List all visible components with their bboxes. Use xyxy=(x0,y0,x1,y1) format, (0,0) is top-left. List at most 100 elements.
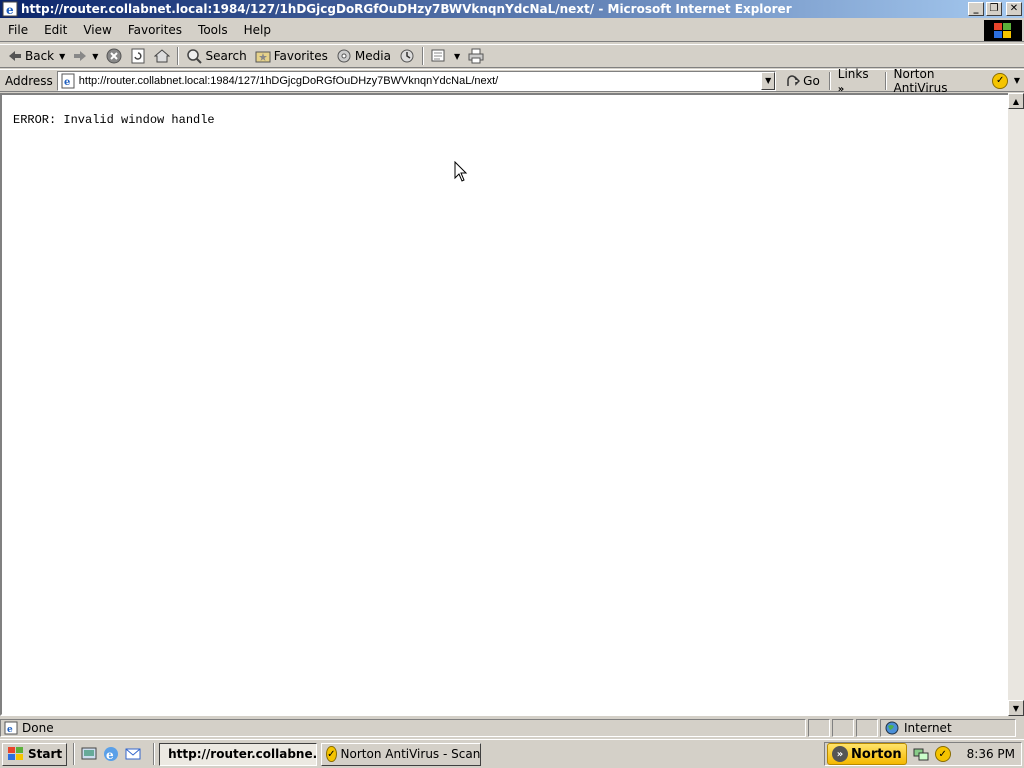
close-button[interactable]: ✕ xyxy=(1006,2,1022,16)
address-bar: Address e http://router.collabnet.local:… xyxy=(0,67,1024,95)
norton-antivirus-label: Norton AntiVirus xyxy=(893,66,948,95)
zone-label: Internet xyxy=(904,721,952,735)
status-pane xyxy=(808,719,830,737)
taskbar-item-internet-explorer[interactable]: e http://router.collabne... xyxy=(159,742,318,766)
stop-icon xyxy=(106,48,122,64)
standard-toolbar: Back ▼ ▼ Search Favorites Media ▼ xyxy=(0,44,1024,68)
norton-tray-label: Norton xyxy=(851,746,902,762)
window-title: http://router.collabnet.local:1984/127/1… xyxy=(21,2,792,16)
status-text: Done xyxy=(22,721,54,735)
home-icon xyxy=(154,49,171,63)
network-tray-icon[interactable] xyxy=(913,746,929,762)
search-button[interactable]: Search xyxy=(182,45,250,67)
toolbar-separator xyxy=(421,47,424,65)
norton-task-icon: ✓ xyxy=(326,746,337,762)
forward-dropdown-icon[interactable]: ▼ xyxy=(92,52,98,61)
refresh-icon xyxy=(131,48,145,64)
mouse-cursor-icon xyxy=(454,161,468,182)
svg-text:e: e xyxy=(7,725,13,735)
media-label: Media xyxy=(354,49,391,63)
status-pane xyxy=(856,719,878,737)
mail-dropdown-icon[interactable]: ▼ xyxy=(454,52,460,61)
links-button[interactable]: Links » xyxy=(834,67,882,95)
norton-antivirus-toolbar-button[interactable]: Norton AntiVirus ✓ ▼ xyxy=(890,67,1024,95)
security-zone[interactable]: Internet xyxy=(880,719,1016,737)
favorites-label: Favorites xyxy=(273,49,328,63)
task-label: http://router.collabne... xyxy=(168,747,318,761)
start-label: Start xyxy=(28,747,63,761)
back-label: Back xyxy=(25,49,55,63)
forward-arrow-icon xyxy=(74,51,87,61)
address-label: Address xyxy=(5,73,53,88)
go-label: Go xyxy=(803,73,820,88)
internet-explorer-icon: e xyxy=(2,1,18,17)
print-icon xyxy=(468,48,484,64)
svg-text:e: e xyxy=(64,77,70,88)
menu-favorites[interactable]: Favorites xyxy=(120,23,190,37)
print-button[interactable] xyxy=(464,45,488,67)
media-button[interactable]: Media xyxy=(332,45,395,67)
address-url[interactable]: http://router.collabnet.local:1984/127/1… xyxy=(79,75,761,87)
forward-button[interactable]: ▼ xyxy=(69,45,102,67)
error-message: ERROR: Invalid window handle xyxy=(13,113,215,127)
search-icon xyxy=(187,49,203,64)
media-icon xyxy=(337,49,351,63)
restore-button[interactable]: ❐ xyxy=(986,2,1002,16)
menu-bar: File Edit View Favorites Tools Help xyxy=(0,19,1024,42)
status-pane xyxy=(832,719,854,737)
show-desktop-icon[interactable] xyxy=(81,746,97,762)
norton-dropdown-icon[interactable]: ▼ xyxy=(1014,76,1020,85)
norton-chevron-icon: » xyxy=(832,746,849,762)
mail-button[interactable]: ▼ xyxy=(427,45,464,67)
links-label: Links xyxy=(837,66,869,81)
title-bar[interactable]: e http://router.collabnet.local:1984/127… xyxy=(0,0,1024,18)
menu-view[interactable]: View xyxy=(75,23,119,37)
vertical-scrollbar[interactable]: ▲ ▼ xyxy=(1008,93,1024,716)
norton-tray-button[interactable]: » Norton xyxy=(827,743,907,765)
minimize-button[interactable]: _ xyxy=(968,2,984,16)
quick-launch: e xyxy=(75,746,147,762)
address-dropdown-icon[interactable]: ▼ xyxy=(761,71,776,90)
stop-button[interactable] xyxy=(102,45,126,67)
status-main-pane: e Done xyxy=(0,719,806,737)
scroll-down-arrow-icon[interactable]: ▼ xyxy=(1008,700,1024,716)
search-label: Search xyxy=(205,49,247,63)
taskbar-item-norton-scan[interactable]: ✓ Norton AntiVirus - Scan xyxy=(321,742,482,766)
back-arrow-icon xyxy=(9,51,21,61)
norton-separator xyxy=(884,71,887,90)
favorites-icon xyxy=(255,51,271,63)
back-dropdown-icon[interactable]: ▼ xyxy=(59,52,65,61)
menu-tools[interactable]: Tools xyxy=(190,23,236,37)
windows-flag-icon xyxy=(8,747,23,760)
address-input[interactable]: e http://router.collabnet.local:1984/127… xyxy=(56,70,777,91)
links-separator xyxy=(828,71,831,90)
windows-logo-icon xyxy=(984,20,1022,41)
favorites-button[interactable]: Favorites xyxy=(251,45,332,67)
page-done-icon: e xyxy=(4,721,18,735)
svg-text:e: e xyxy=(106,748,114,762)
scroll-up-arrow-icon[interactable]: ▲ xyxy=(1008,93,1024,109)
outlook-express-icon[interactable] xyxy=(125,746,141,762)
page-icon: e xyxy=(61,73,75,88)
go-arrow-icon xyxy=(787,74,801,86)
go-button[interactable]: Go xyxy=(776,74,826,88)
internet-explorer-launch-icon[interactable]: e xyxy=(103,746,119,762)
home-button[interactable] xyxy=(150,45,174,67)
globe-icon xyxy=(885,721,899,735)
history-button[interactable] xyxy=(395,45,419,67)
norton-shield-icon: ✓ xyxy=(992,72,1008,89)
refresh-button[interactable] xyxy=(126,45,150,67)
menu-edit[interactable]: Edit xyxy=(36,23,75,37)
page-content[interactable]: ERROR: Invalid window handle xyxy=(0,93,1010,716)
mail-icon xyxy=(431,49,445,62)
status-bar: e Done Internet xyxy=(0,718,1024,738)
toolbar-separator xyxy=(177,47,180,65)
norton-antivirus-tray-icon[interactable]: ✓ xyxy=(934,746,951,762)
taskbar: Start e e http://router.collabne... ✓ No… xyxy=(0,739,1024,768)
menu-file[interactable]: File xyxy=(0,23,36,37)
start-button[interactable]: Start xyxy=(2,742,68,766)
clock[interactable]: 8:36 PM xyxy=(967,747,1015,761)
task-label: Norton AntiVirus - Scan xyxy=(340,747,481,761)
menu-help[interactable]: Help xyxy=(236,23,279,37)
back-button[interactable]: Back ▼ xyxy=(4,45,69,67)
